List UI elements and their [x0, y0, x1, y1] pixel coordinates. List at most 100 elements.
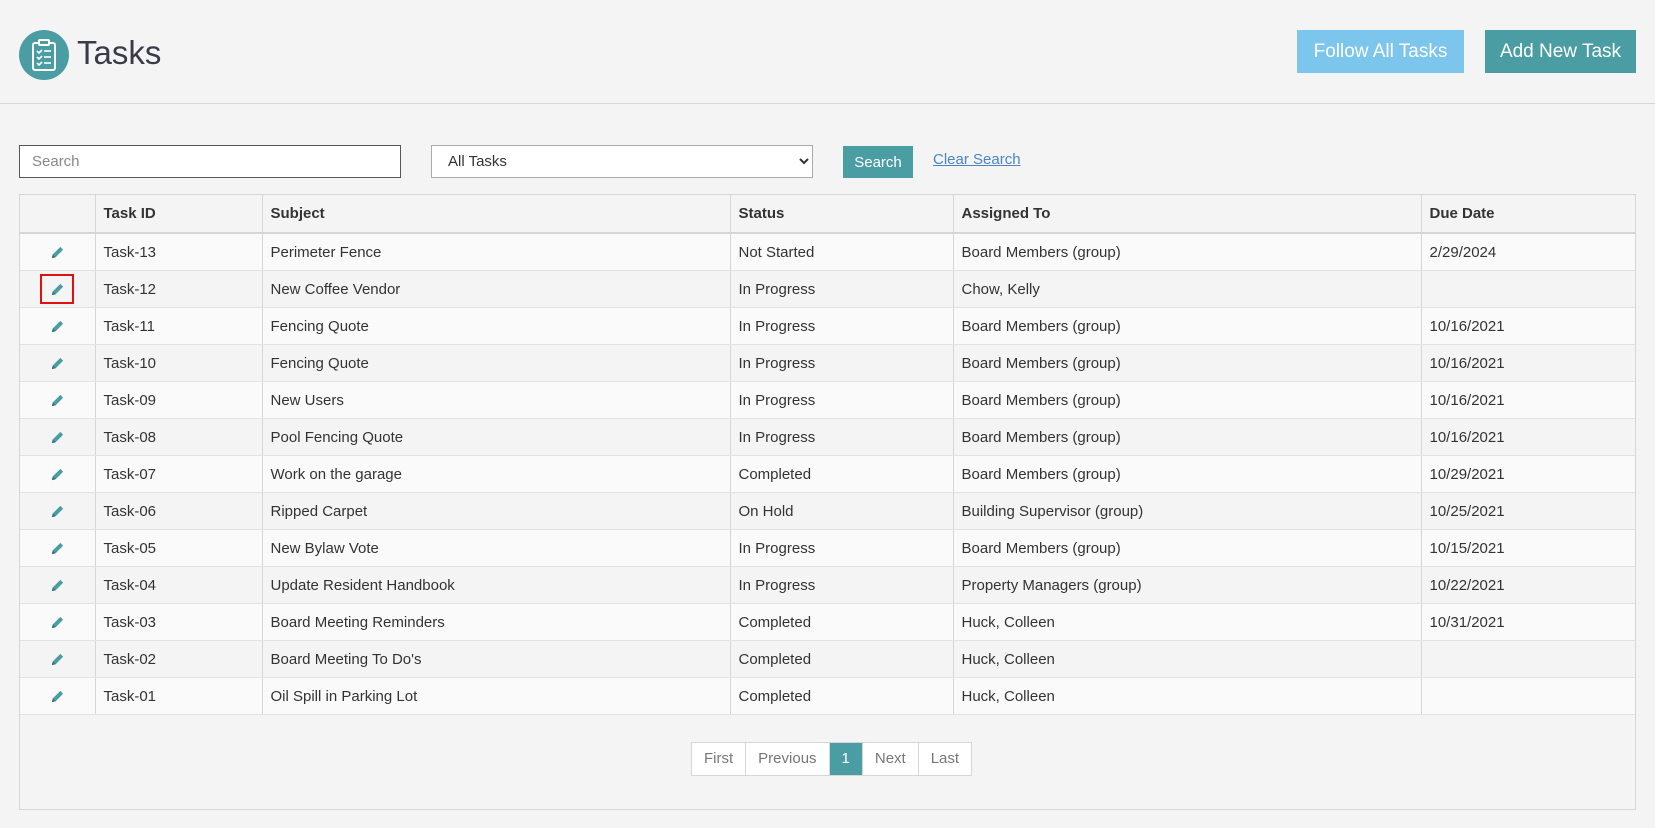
follow-all-tasks-button[interactable]: Follow All Tasks: [1297, 30, 1464, 73]
table-row: Task-08 Pool Fencing Quote In Progress Boar…: [20, 418, 1635, 456]
column-header-edit: [20, 195, 96, 234]
edit-cell: [20, 270, 96, 308]
cell-status: In Progress: [730, 344, 954, 382]
cell-status: In Progress: [730, 566, 954, 604]
cell-subject: New Coffee Vendor: [262, 270, 731, 308]
edit-cell: [20, 603, 96, 641]
cell-subject: Fencing Quote: [262, 344, 731, 382]
cell-task-id: Task-11: [95, 307, 263, 345]
pencil-icon[interactable]: [40, 644, 74, 674]
table-row: Task-10 Fencing Quote In Progress Board Mem…: [20, 344, 1635, 382]
table-row: Task-07 Work on the garage Completed Board …: [20, 455, 1635, 493]
cell-task-id: Task-09: [95, 381, 263, 419]
cell-status: In Progress: [730, 270, 954, 308]
pencil-icon[interactable]: [40, 237, 74, 267]
table-row: Task-06 Ripped Carpet On Hold Building Supe…: [20, 492, 1635, 530]
pagination: First Previous 1 Next Last: [691, 742, 973, 776]
edit-cell: [20, 492, 96, 530]
table-row: Task-04 Update Resident Handbook In Progre…: [20, 566, 1635, 604]
table-row: Task-02 Board Meeting To Do's Completed Huc…: [20, 640, 1635, 678]
page-1-button[interactable]: 1: [829, 743, 863, 775]
cell-due-date: [1421, 677, 1635, 715]
page-next-button[interactable]: Next: [863, 743, 919, 775]
cell-task-id: Task-08: [95, 418, 263, 456]
cell-subject: Oil Spill in Parking Lot: [262, 677, 731, 715]
table-header-row: Task ID Subject Status Assigned To Due D…: [20, 195, 1635, 234]
cell-due-date: 10/15/2021: [1421, 529, 1635, 567]
cell-task-id: Task-02: [95, 640, 263, 678]
pencil-icon[interactable]: [40, 607, 74, 637]
table-row: Task-01 Oil Spill in Parking Lot Completed…: [20, 677, 1635, 715]
edit-cell: [20, 677, 96, 715]
pencil-icon[interactable]: [40, 311, 74, 341]
add-new-task-button[interactable]: Add New Task: [1485, 30, 1636, 73]
page-first-button[interactable]: First: [692, 743, 747, 775]
table-row: Task-03 Board Meeting Reminders Completed H…: [20, 603, 1635, 641]
pencil-icon[interactable]: [40, 422, 74, 452]
cell-subject: Fencing Quote: [262, 307, 731, 345]
cell-subject: Board Meeting Reminders: [262, 603, 731, 641]
cell-subject: Work on the garage: [262, 455, 731, 493]
cell-due-date: 10/29/2021: [1421, 455, 1635, 493]
pencil-icon[interactable]: [40, 348, 74, 378]
pencil-icon[interactable]: [40, 385, 74, 415]
pencil-icon[interactable]: [40, 533, 74, 563]
cell-due-date: 10/31/2021: [1421, 603, 1635, 641]
clipboard-checklist-icon: [19, 30, 69, 80]
column-header-subject[interactable]: Subject: [262, 195, 731, 234]
table-row: Task-05 New Bylaw Vote In Progress Board Me…: [20, 529, 1635, 567]
cell-assigned-to: Board Members (group): [953, 307, 1422, 345]
cell-due-date: 10/16/2021: [1421, 344, 1635, 382]
cell-status: Completed: [730, 603, 954, 641]
cell-task-id: Task-07: [95, 455, 263, 493]
cell-due-date: 2/29/2024: [1421, 233, 1635, 271]
search-input[interactable]: [19, 145, 401, 178]
cell-task-id: Task-03: [95, 603, 263, 641]
edit-cell: [20, 344, 96, 382]
search-button[interactable]: Search: [843, 146, 913, 178]
page-previous-button[interactable]: Previous: [746, 743, 830, 775]
cell-status: In Progress: [730, 418, 954, 456]
clear-search-link[interactable]: Clear Search: [933, 151, 1021, 168]
table-row: Task-11 Fencing Quote In Progress Board Mem…: [20, 307, 1635, 345]
cell-due-date: 10/16/2021: [1421, 381, 1635, 419]
edit-cell: [20, 418, 96, 456]
cell-subject: New Bylaw Vote: [262, 529, 731, 567]
cell-status: In Progress: [730, 381, 954, 419]
pencil-icon[interactable]: [40, 274, 75, 304]
cell-task-id: Task-04: [95, 566, 263, 604]
cell-subject: Ripped Carpet: [262, 492, 731, 530]
cell-task-id: Task-05: [95, 529, 263, 567]
cell-status: Completed: [730, 455, 954, 493]
column-header-assigned-to[interactable]: Assigned To: [953, 195, 1422, 234]
page-header: Tasks Follow All Tasks Add New Task: [0, 0, 1655, 104]
column-header-due-date[interactable]: Due Date: [1421, 195, 1635, 234]
cell-status: In Progress: [730, 529, 954, 567]
cell-assigned-to: Huck, Colleen: [953, 603, 1422, 641]
table-body: Task-13 Perimeter Fence Not Started Board M…: [20, 233, 1635, 715]
cell-assigned-to: Building Supervisor (group): [953, 492, 1422, 530]
cell-subject: Perimeter Fence: [262, 233, 731, 271]
cell-assigned-to: Board Members (group): [953, 418, 1422, 456]
cell-task-id: Task-01: [95, 677, 263, 715]
edit-cell: [20, 529, 96, 567]
tasks-table-container: Task ID Subject Status Assigned To Due D…: [19, 194, 1636, 810]
pencil-icon[interactable]: [40, 570, 74, 600]
cell-due-date: 10/16/2021: [1421, 307, 1635, 345]
pencil-icon[interactable]: [40, 681, 74, 711]
table-row: Task-12 New Coffee Vendor In Progress Chow,…: [20, 270, 1635, 308]
pencil-icon[interactable]: [40, 496, 74, 526]
pencil-icon[interactable]: [40, 459, 74, 489]
cell-assigned-to: Huck, Colleen: [953, 640, 1422, 678]
task-filter-select[interactable]: All Tasks: [431, 145, 813, 178]
column-header-status[interactable]: Status: [730, 195, 954, 234]
cell-due-date: [1421, 270, 1635, 308]
column-header-task-id[interactable]: Task ID: [95, 195, 263, 234]
page-last-button[interactable]: Last: [919, 743, 971, 775]
cell-status: Not Started: [730, 233, 954, 271]
edit-cell: [20, 566, 96, 604]
cell-assigned-to: Board Members (group): [953, 344, 1422, 382]
cell-subject: Update Resident Handbook: [262, 566, 731, 604]
cell-due-date: 10/22/2021: [1421, 566, 1635, 604]
cell-status: In Progress: [730, 307, 954, 345]
